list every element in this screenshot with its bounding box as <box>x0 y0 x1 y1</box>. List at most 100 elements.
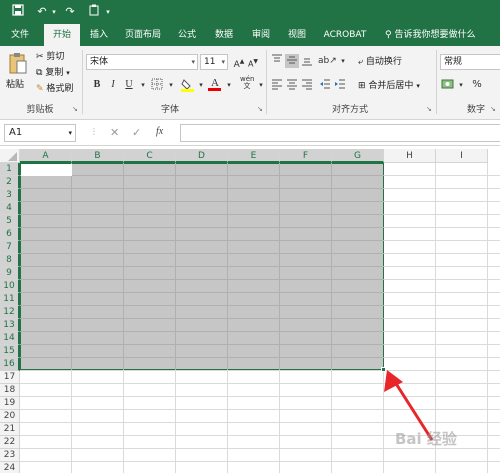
decrease-font-icon[interactable]: A▼ <box>246 55 260 69</box>
increase-font-icon[interactable]: A▲ <box>232 55 246 70</box>
row-header[interactable]: 2 <box>0 176 20 189</box>
row-header[interactable]: 14 <box>0 332 20 345</box>
row-header[interactable]: 21 <box>0 423 20 436</box>
wrap-text-button[interactable]: ⤶ 自动换行 <box>358 55 402 69</box>
orientation-icon[interactable]: ab↗ <box>318 54 337 68</box>
format-painter-label: 格式刷 <box>46 84 74 94</box>
name-box[interactable]: A1 ▾ <box>4 124 76 142</box>
format-painter-button[interactable]: ✎ 格式刷 <box>36 82 73 96</box>
column-header[interactable]: A <box>20 149 72 163</box>
font-size-select[interactable]: 11 ▾ <box>200 54 228 70</box>
merge-center-button[interactable]: ⊞ 合并后居中 ▾ <box>358 79 420 93</box>
column-header[interactable]: B <box>72 149 124 163</box>
undo-icon[interactable]: ↶ <box>34 4 50 20</box>
row-header[interactable]: 7 <box>0 241 20 254</box>
increase-indent-icon[interactable] <box>333 78 347 92</box>
row-header[interactable]: 22 <box>0 436 20 449</box>
chevron-down-icon[interactable]: ▾ <box>136 78 150 92</box>
chevron-down-icon[interactable]: ▾ <box>336 54 350 68</box>
formula-input[interactable] <box>180 124 500 142</box>
tab-view[interactable]: 视图 <box>282 24 312 46</box>
row-header[interactable]: 5 <box>0 215 20 228</box>
row-header[interactable]: 20 <box>0 410 20 423</box>
number-launcher-icon[interactable]: ↘ <box>490 105 498 113</box>
align-right-icon[interactable] <box>300 78 314 92</box>
save-icon[interactable] <box>10 4 26 20</box>
row-header[interactable]: 9 <box>0 267 20 280</box>
italic-button[interactable]: I <box>106 78 120 92</box>
undo-dropdown-icon[interactable]: ▾ <box>50 4 58 20</box>
row-header[interactable]: 16 <box>0 358 20 371</box>
column-header[interactable]: E <box>228 149 280 163</box>
row-header[interactable]: 10 <box>0 280 20 293</box>
tab-insert[interactable]: 插入 <box>84 24 114 46</box>
tab-formulas[interactable]: 公式 <box>172 24 202 46</box>
column-header[interactable]: G <box>332 149 384 163</box>
row-header[interactable]: 3 <box>0 189 20 202</box>
font-color-icon[interactable]: A <box>208 76 222 91</box>
underline-button[interactable]: U <box>122 78 136 92</box>
tab-page-layout[interactable]: 页面布局 <box>120 24 166 46</box>
align-center-icon[interactable] <box>285 78 299 92</box>
tell-me-box[interactable]: ⚲ 告诉我你想要做什么 <box>385 24 475 46</box>
number-format-select[interactable]: 常规 <box>440 54 500 70</box>
align-bottom-icon[interactable] <box>300 54 314 68</box>
cut-button[interactable]: ✂ 剪切 <box>36 50 64 64</box>
row-header[interactable]: 17 <box>0 371 20 384</box>
insert-function-button[interactable]: fx <box>156 126 163 137</box>
currency-icon[interactable] <box>440 78 454 92</box>
tab-review[interactable]: 审阅 <box>246 24 276 46</box>
row-header[interactable]: 18 <box>0 384 20 397</box>
row-header[interactable]: 24 <box>0 462 20 473</box>
column-header[interactable]: F <box>280 149 332 163</box>
percent-button[interactable]: % <box>470 78 484 92</box>
chevron-down-icon[interactable]: ▾ <box>194 78 208 92</box>
row-header[interactable]: 4 <box>0 202 20 215</box>
clipboard-launcher-icon[interactable]: ↘ <box>72 105 80 113</box>
chevron-down-icon[interactable]: ▾ <box>164 78 178 92</box>
column-header[interactable]: C <box>124 149 176 163</box>
fill-handle[interactable] <box>381 367 386 372</box>
font-launcher-icon[interactable]: ↘ <box>257 105 265 113</box>
row-header[interactable]: 15 <box>0 345 20 358</box>
tab-acrobat[interactable]: ACROBAT <box>318 24 372 46</box>
redo-icon[interactable]: ↷ <box>62 4 78 20</box>
alignment-launcher-icon[interactable]: ↘ <box>426 105 434 113</box>
row-header[interactable]: 23 <box>0 449 20 462</box>
tab-file[interactable]: 文件 <box>4 24 36 46</box>
chevron-down-icon[interactable]: ▾ <box>454 78 468 92</box>
decrease-indent-icon[interactable] <box>318 78 332 92</box>
column-header[interactable]: H <box>384 149 436 163</box>
align-top-icon[interactable] <box>270 54 284 68</box>
row-header[interactable]: 8 <box>0 254 20 267</box>
paste-button[interactable]: 粘贴 <box>4 50 32 98</box>
customize-icon[interactable]: ▾ <box>104 4 112 20</box>
tab-data[interactable]: 数据 <box>208 24 240 46</box>
row-header[interactable]: 13 <box>0 319 20 332</box>
more-icon[interactable]: ⋮ <box>90 127 98 136</box>
column-header[interactable]: D <box>176 149 228 163</box>
clipboard-icon[interactable] <box>86 4 102 20</box>
column-header[interactable]: I <box>436 149 488 163</box>
select-all-button[interactable] <box>0 149 20 163</box>
chevron-down-icon[interactable]: ▾ <box>222 78 236 92</box>
borders-icon[interactable] <box>150 78 164 92</box>
selected-range[interactable] <box>20 163 384 370</box>
paste-icon <box>8 52 28 79</box>
bold-button[interactable]: B <box>90 78 104 92</box>
active-cell[interactable] <box>21 164 72 176</box>
enter-icon[interactable]: ✓ <box>132 126 141 139</box>
row-header[interactable]: 1 <box>0 163 20 176</box>
cancel-icon[interactable]: ✕ <box>110 126 119 139</box>
phonetic-icon[interactable]: wén 文 <box>240 76 254 90</box>
fill-color-icon[interactable] <box>180 78 194 92</box>
row-header[interactable]: 19 <box>0 397 20 410</box>
row-header[interactable]: 6 <box>0 228 20 241</box>
row-header[interactable]: 12 <box>0 306 20 319</box>
row-header[interactable]: 11 <box>0 293 20 306</box>
align-middle-icon[interactable] <box>285 54 299 68</box>
copy-button[interactable]: ⧉ 复制 ▾ <box>36 66 70 80</box>
tab-home[interactable]: 开始 <box>44 24 80 46</box>
font-name-select[interactable]: 宋体 ▾ <box>86 54 198 70</box>
align-left-icon[interactable] <box>270 78 284 92</box>
